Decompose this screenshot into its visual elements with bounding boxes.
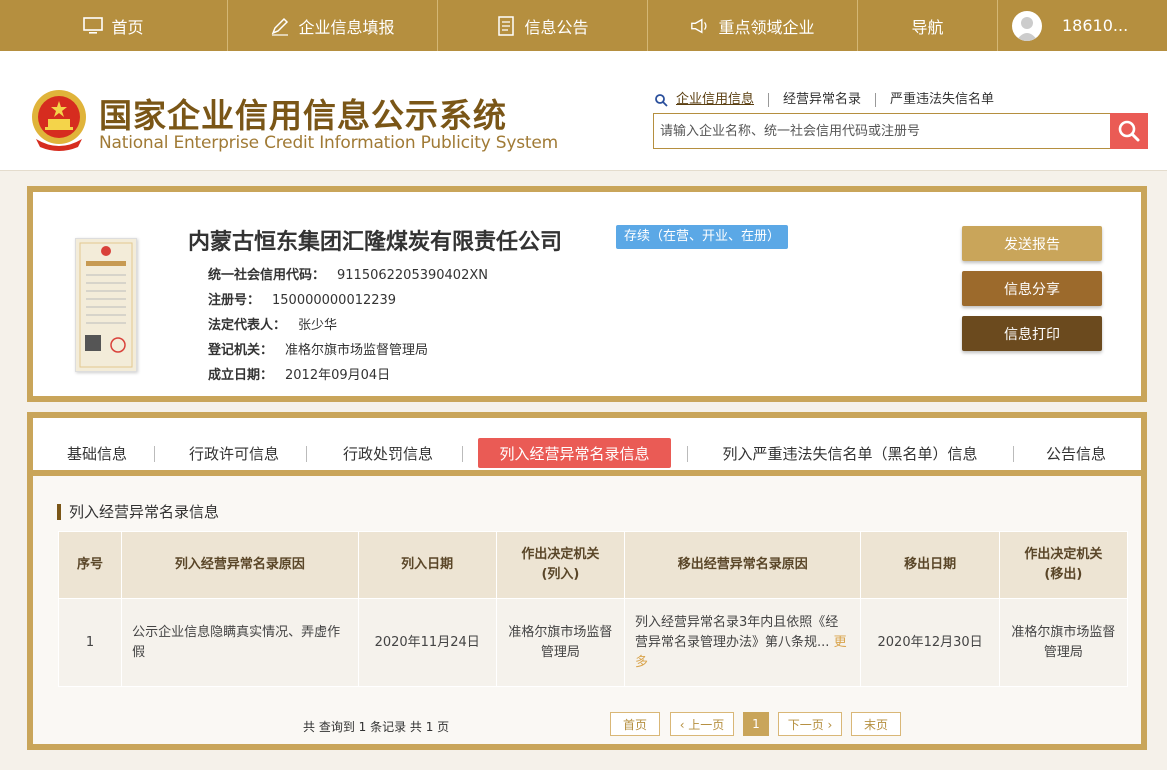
monitor-icon bbox=[83, 16, 104, 36]
site-title-en: National Enterprise Credit Information P… bbox=[99, 133, 558, 153]
tab-divider bbox=[462, 446, 463, 462]
site-title: 国家企业信用信息公示系统 bbox=[99, 96, 507, 135]
company-card: 内蒙古恒东集团汇隆煤炭有限责任公司 存续（在营、开业、在册） 统一社会信用代码：… bbox=[27, 186, 1147, 402]
edit-icon bbox=[270, 16, 290, 36]
search-icon bbox=[654, 93, 668, 107]
pager-last-button[interactable]: 末页 bbox=[851, 712, 901, 736]
search-input[interactable] bbox=[654, 114, 1109, 148]
nav-home[interactable]: 首页 bbox=[0, 0, 228, 51]
pager-prev-button[interactable]: ‹ 上一页 bbox=[670, 712, 734, 736]
company-name: 内蒙古恒东集团汇隆煤炭有限责任公司 bbox=[188, 230, 563, 255]
cell-reason-in: 公示企业信息隐瞒真实情况、弄虚作假 bbox=[121, 598, 359, 687]
nav-enterprise-report[interactable]: 企业信息填报 bbox=[228, 0, 438, 51]
megaphone-icon bbox=[690, 16, 710, 36]
search-link-abnormal-list[interactable]: 经营异常名录 bbox=[769, 93, 877, 107]
field-label: 注册号： bbox=[208, 293, 261, 308]
print-button[interactable]: 信息打印 bbox=[962, 316, 1102, 351]
field-value: 张少华 bbox=[298, 318, 338, 333]
nav-enterprise-report-label: 企业信息填报 bbox=[298, 17, 395, 37]
user-menu[interactable]: 18610... bbox=[998, 0, 1167, 51]
field-label: 统一社会信用代码： bbox=[208, 268, 326, 283]
tab-announcement[interactable]: 公告信息 bbox=[1036, 438, 1116, 468]
field-registration-no: 注册号： 150000000012239 bbox=[208, 289, 396, 308]
tab-blacklist[interactable]: 列入严重违法失信名单（黑名单）信息 bbox=[705, 438, 995, 468]
business-license-image[interactable] bbox=[75, 238, 137, 372]
share-button[interactable]: 信息分享 bbox=[962, 271, 1102, 306]
info-panel: 基础信息 行政许可信息 行政处罚信息 列入经营异常名录信息 列入严重违法失信名单… bbox=[27, 412, 1147, 750]
nav-guide-label: 导航 bbox=[911, 17, 944, 37]
cell-date-out: 2020年12月30日 bbox=[860, 598, 1000, 687]
field-label: 法定代表人： bbox=[208, 318, 287, 333]
table-header-row: 序号 列入经营异常名录原因 列入日期 作出决定机关 (列入) 移出经营异常名录原… bbox=[57, 531, 1129, 599]
nav-key-enterprises-label: 重点领域企业 bbox=[718, 17, 815, 37]
field-value: 9115062205390402XN bbox=[337, 268, 488, 283]
field-legal-rep: 法定代表人： 张少华 bbox=[208, 314, 337, 333]
national-emblem-icon bbox=[28, 87, 90, 153]
pager-summary: 共 查询到 1 条记录 共 1 页 bbox=[303, 720, 450, 734]
tab-divider bbox=[306, 446, 307, 462]
status-badge: 存续（在营、开业、在册） bbox=[616, 225, 789, 249]
nav-announcement-label: 信息公告 bbox=[524, 17, 589, 37]
search-link-blacklist[interactable]: 严重违法失信名单 bbox=[876, 93, 1008, 107]
field-established-date: 成立日期： 2012年09月04日 bbox=[208, 364, 390, 383]
site-header: 国家企业信用信息公示系统 National Enterprise Credit … bbox=[0, 51, 1167, 171]
search-box bbox=[653, 113, 1148, 149]
field-label: 登记机关： bbox=[208, 343, 274, 358]
tab-admin-penalty[interactable]: 行政处罚信息 bbox=[332, 438, 444, 468]
user-phone: 18610... bbox=[1062, 16, 1129, 35]
tab-abnormal-list[interactable]: 列入经营异常名录信息 bbox=[478, 438, 671, 468]
field-label: 成立日期： bbox=[208, 368, 274, 383]
info-tabs: 基础信息 行政许可信息 行政处罚信息 列入经营异常名录信息 列入严重违法失信名单… bbox=[33, 418, 1141, 476]
search-type-links: 企业信用信息 经营异常名录 严重违法失信名单 bbox=[654, 93, 1008, 107]
send-report-button[interactable]: 发送报告 bbox=[962, 226, 1102, 261]
cell-date-in: 2020年11月24日 bbox=[357, 598, 497, 687]
field-value: 准格尔旗市场监督管理局 bbox=[285, 343, 429, 358]
abnormal-list-table: 序号 列入经营异常名录原因 列入日期 作出决定机关 (列入) 移出经营异常名录原… bbox=[57, 531, 1129, 687]
col-date-in: 列入日期 bbox=[357, 531, 497, 599]
search-button[interactable] bbox=[1110, 113, 1148, 149]
field-value: 2012年09月04日 bbox=[285, 368, 391, 383]
field-credit-code: 统一社会信用代码： 9115062205390402XN bbox=[208, 264, 488, 283]
nav-guide[interactable]: 导航 bbox=[858, 0, 998, 51]
tab-divider bbox=[154, 446, 155, 462]
col-date-out: 移出日期 bbox=[860, 531, 1000, 599]
field-registration-authority: 登记机关： 准格尔旗市场监督管理局 bbox=[208, 339, 428, 358]
tab-admin-license[interactable]: 行政许可信息 bbox=[178, 438, 290, 468]
avatar bbox=[1012, 10, 1042, 41]
document-icon bbox=[496, 15, 516, 36]
pager-first-button[interactable]: 首页 bbox=[610, 712, 660, 736]
top-navigation: 首页 企业信息填报 信息公告 重点领域企业 导航 18610... bbox=[0, 0, 1167, 51]
tab-divider bbox=[687, 446, 688, 462]
col-no: 序号 bbox=[57, 531, 123, 599]
cell-no: 1 bbox=[57, 598, 123, 687]
reason-out-text: 列入经营异常名录3年内且依照《经营异常名录管理办法》第八条规... bbox=[635, 614, 839, 650]
col-reason-in: 列入经营异常名录原因 bbox=[121, 531, 359, 599]
field-value: 150000000012239 bbox=[272, 293, 397, 308]
tab-basic-info[interactable]: 基础信息 bbox=[53, 438, 141, 468]
nav-home-label: 首页 bbox=[111, 17, 144, 37]
section-title: 列入经营异常名录信息 bbox=[57, 504, 219, 520]
tab-divider bbox=[1013, 446, 1014, 462]
pager-page-1[interactable]: 1 bbox=[743, 712, 769, 736]
pager-next-button[interactable]: 下一页 › bbox=[778, 712, 842, 736]
search-link-credit-info[interactable]: 企业信用信息 bbox=[668, 93, 770, 107]
cell-org-out: 准格尔旗市场监督管理局 bbox=[998, 598, 1129, 687]
col-reason-out: 移出经营异常名录原因 bbox=[624, 531, 862, 599]
col-org-in: 作出决定机关 (列入) bbox=[495, 531, 626, 599]
nav-announcement[interactable]: 信息公告 bbox=[438, 0, 648, 51]
nav-key-enterprises[interactable]: 重点领域企业 bbox=[648, 0, 858, 51]
col-org-out: 作出决定机关 (移出) bbox=[998, 531, 1129, 599]
cell-reason-out: 列入经营异常名录3年内且依照《经营异常名录管理办法》第八条规... 更多 bbox=[624, 598, 862, 687]
cell-org-in: 准格尔旗市场监督管理局 bbox=[495, 598, 626, 687]
table-row: 1 公示企业信息隐瞒真实情况、弄虚作假 2020年11月24日 准格尔旗市场监督… bbox=[57, 598, 1129, 687]
search-icon bbox=[1118, 120, 1140, 142]
